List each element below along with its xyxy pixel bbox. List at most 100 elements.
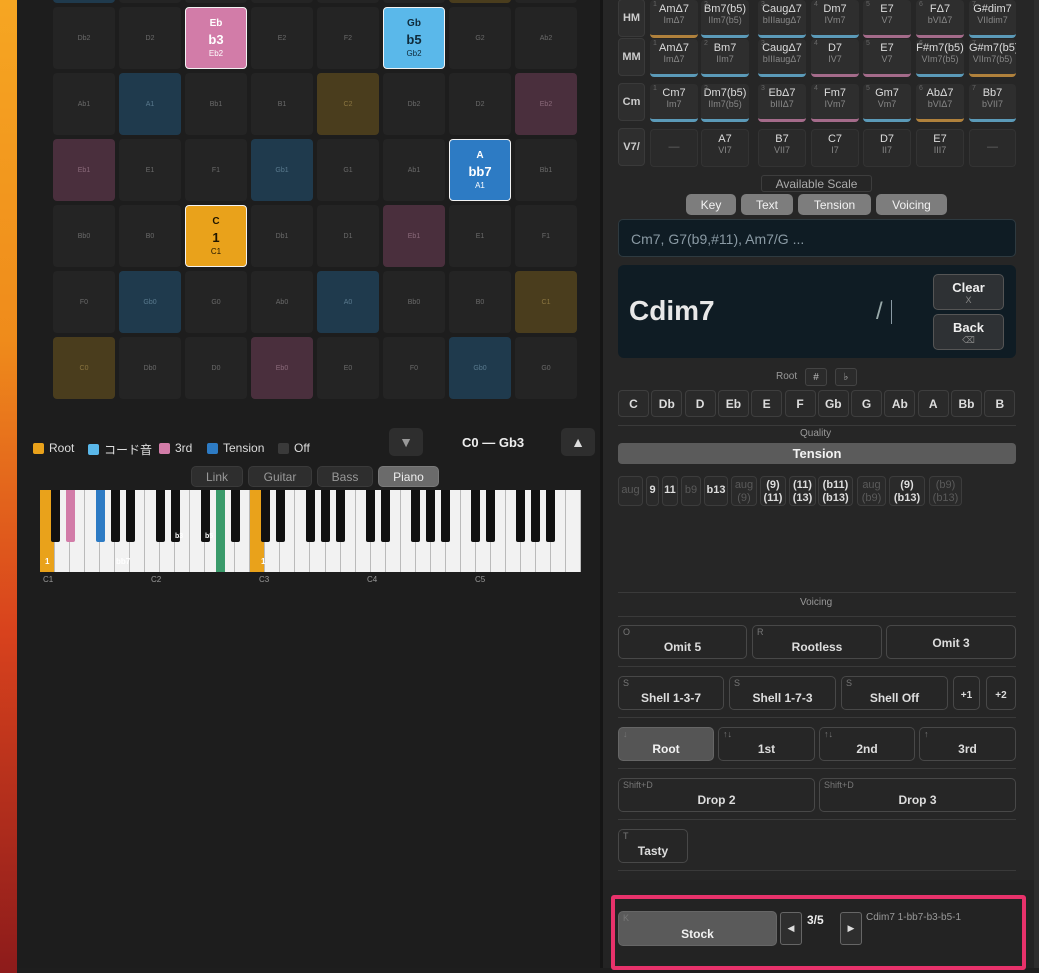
black-key[interactable] bbox=[125, 490, 135, 542]
tension-button[interactable]: (11) (13) bbox=[789, 476, 816, 506]
grid-cell[interactable]: Eb2 bbox=[185, 0, 247, 3]
grid-cell[interactable]: Db2 bbox=[53, 7, 115, 69]
diatonic-chord[interactable]: 4 Dm7 IVm7 bbox=[811, 0, 859, 38]
grid-cell[interactable]: E1 bbox=[119, 139, 181, 201]
grid-cell[interactable]: D0 bbox=[185, 337, 247, 399]
rootless-button[interactable]: R Rootless bbox=[752, 625, 882, 659]
grid-cell[interactable]: Eb0 bbox=[251, 337, 313, 399]
sharp-button[interactable]: # bbox=[805, 368, 827, 386]
diatonic-chord[interactable]: — bbox=[969, 129, 1016, 167]
tab-voicing[interactable]: Voicing bbox=[876, 194, 947, 215]
diatonic-chord[interactable]: 6 FΔ7 bVIΔ7 bbox=[916, 0, 964, 38]
black-key[interactable] bbox=[50, 490, 60, 542]
black-key[interactable] bbox=[95, 490, 105, 542]
black-key[interactable] bbox=[366, 490, 376, 542]
diatonic-chord[interactable]: 5 E7 V7 bbox=[863, 39, 911, 77]
black-key[interactable] bbox=[110, 490, 120, 542]
clear-button[interactable]: Clear X bbox=[933, 274, 1004, 310]
grid-cell[interactable]: Bb1 bbox=[185, 73, 247, 135]
black-key[interactable] bbox=[275, 490, 285, 542]
black-key[interactable] bbox=[215, 490, 225, 572]
grid-cell[interactable]: F1 bbox=[185, 139, 247, 201]
diatonic-chord[interactable]: 2 Bm7 IIm7 bbox=[701, 39, 749, 77]
root-note-button[interactable]: G bbox=[851, 390, 883, 417]
diatonic-chord[interactable]: 4 Fm7 IVm7 bbox=[811, 84, 859, 122]
tab-text[interactable]: Text bbox=[741, 194, 793, 215]
inversion-3rd-button[interactable]: ↑ 3rd bbox=[919, 727, 1016, 761]
root-note-button[interactable]: Gb bbox=[817, 390, 849, 417]
diatonic-chord[interactable]: 2 Dm7(b5) IIm7(b5) bbox=[701, 84, 749, 122]
grid-cell[interactable]: B1 bbox=[251, 73, 313, 135]
grid-cell[interactable]: Gb1 bbox=[251, 139, 313, 201]
grid-cell[interactable]: Ab0 bbox=[251, 271, 313, 333]
grid-cell[interactable]: Db2 bbox=[383, 73, 445, 135]
grid-cell[interactable]: D1 bbox=[317, 205, 379, 267]
diatonic-chord[interactable]: 4 D7 IV7 bbox=[811, 39, 859, 77]
grid-cell[interactable]: Db0 bbox=[119, 337, 181, 399]
root-note-button[interactable]: E bbox=[751, 390, 783, 417]
black-key[interactable] bbox=[230, 490, 240, 542]
tab-link[interactable]: Link bbox=[191, 466, 243, 487]
tension-button[interactable]: b9 bbox=[681, 476, 701, 506]
black-key[interactable] bbox=[411, 490, 421, 542]
tension-button[interactable]: (b9) (b13) bbox=[929, 476, 962, 506]
diatonic-chord[interactable]: E7 III7 bbox=[916, 129, 964, 167]
black-key[interactable] bbox=[426, 490, 436, 542]
tension-button[interactable]: aug (9) bbox=[731, 476, 757, 506]
black-key[interactable] bbox=[441, 490, 451, 542]
range-down-button[interactable]: ▼ bbox=[389, 428, 423, 456]
grid-cell[interactable]: E1 bbox=[449, 205, 511, 267]
tension-button[interactable]: (9) (b13) bbox=[889, 476, 925, 506]
diatonic-chord[interactable]: 7 Bb7 bVII7 bbox=[969, 84, 1016, 122]
tension-button[interactable]: b13 bbox=[704, 476, 728, 506]
grid-cell[interactable]: E2 bbox=[251, 7, 313, 69]
black-key[interactable] bbox=[155, 490, 165, 542]
tension-button[interactable]: (9) (11) bbox=[760, 476, 786, 506]
black-key[interactable] bbox=[471, 490, 481, 542]
grid-cell[interactable]: Eb2 bbox=[515, 73, 577, 135]
grid-cell[interactable] bbox=[515, 0, 577, 3]
grid-cell[interactable]: Ab1 bbox=[53, 73, 115, 135]
white-key[interactable] bbox=[566, 490, 581, 572]
plus-1-button[interactable]: +1 bbox=[953, 676, 980, 710]
tension-button[interactable]: 11 bbox=[662, 476, 678, 506]
shell-off-button[interactable]: S Shell Off bbox=[841, 676, 948, 710]
diatonic-chord[interactable]: 5 Gm7 Vm7 bbox=[863, 84, 911, 122]
grid-cell[interactable]: Gb2 bbox=[383, 0, 445, 3]
grid-cell[interactable]: C1 bbox=[515, 271, 577, 333]
black-key[interactable] bbox=[516, 490, 526, 542]
root-note-button[interactable]: Db bbox=[651, 390, 683, 417]
plus-2-button[interactable]: +2 bbox=[986, 676, 1016, 710]
tension-button[interactable]: 9 bbox=[646, 476, 659, 506]
root-note-button[interactable]: F bbox=[784, 390, 816, 417]
root-note-button[interactable]: C bbox=[618, 390, 649, 417]
grid-cell[interactable]: Ab2 bbox=[515, 7, 577, 69]
grid-cell[interactable]: Bb0 bbox=[53, 205, 115, 267]
inversion-1st-button[interactable]: ↑↓ 1st bbox=[718, 727, 815, 761]
back-button[interactable]: Back ⌫ bbox=[933, 314, 1004, 350]
grid-cell[interactable] bbox=[317, 0, 379, 3]
diatonic-chord[interactable]: B7 VII7 bbox=[758, 129, 806, 167]
grid-cell-active[interactable]: C 1 C1 bbox=[185, 205, 247, 267]
diatonic-chord[interactable]: — bbox=[650, 129, 698, 167]
diatonic-chord[interactable]: 6 F#m7(b5) VIm7(b5) bbox=[916, 39, 964, 77]
root-note-button[interactable]: B bbox=[984, 390, 1016, 417]
shell-1-3-7-button[interactable]: S Shell 1-3-7 bbox=[618, 676, 724, 710]
grid-cell[interactable]: B0 bbox=[119, 205, 181, 267]
black-key[interactable] bbox=[336, 490, 346, 542]
grid-cell[interactable]: Bb1 bbox=[515, 139, 577, 201]
tab-tension[interactable]: Tension bbox=[798, 194, 871, 215]
grid-cell[interactable]: A1 bbox=[119, 73, 181, 135]
omit-5-button[interactable]: O Omit 5 bbox=[618, 625, 747, 659]
diatonic-chord[interactable]: 1 Cm7 Im7 bbox=[650, 84, 698, 122]
shell-1-7-3-button[interactable]: S Shell 1-7-3 bbox=[729, 676, 836, 710]
right-scrollbar[interactable] bbox=[1034, 0, 1039, 968]
root-note-button[interactable]: A bbox=[917, 390, 949, 417]
grid-cell[interactable]: G2 bbox=[449, 7, 511, 69]
grid-cell[interactable]: D2 bbox=[119, 7, 181, 69]
root-note-button[interactable]: Bb bbox=[951, 390, 982, 417]
chord-text-input[interactable]: Cm7, G7(b9,#11), Am7/G ... bbox=[618, 219, 1016, 257]
grid-cell[interactable]: D2 bbox=[449, 73, 511, 135]
grid-cell[interactable]: C0 bbox=[53, 337, 115, 399]
black-key[interactable] bbox=[381, 490, 391, 542]
